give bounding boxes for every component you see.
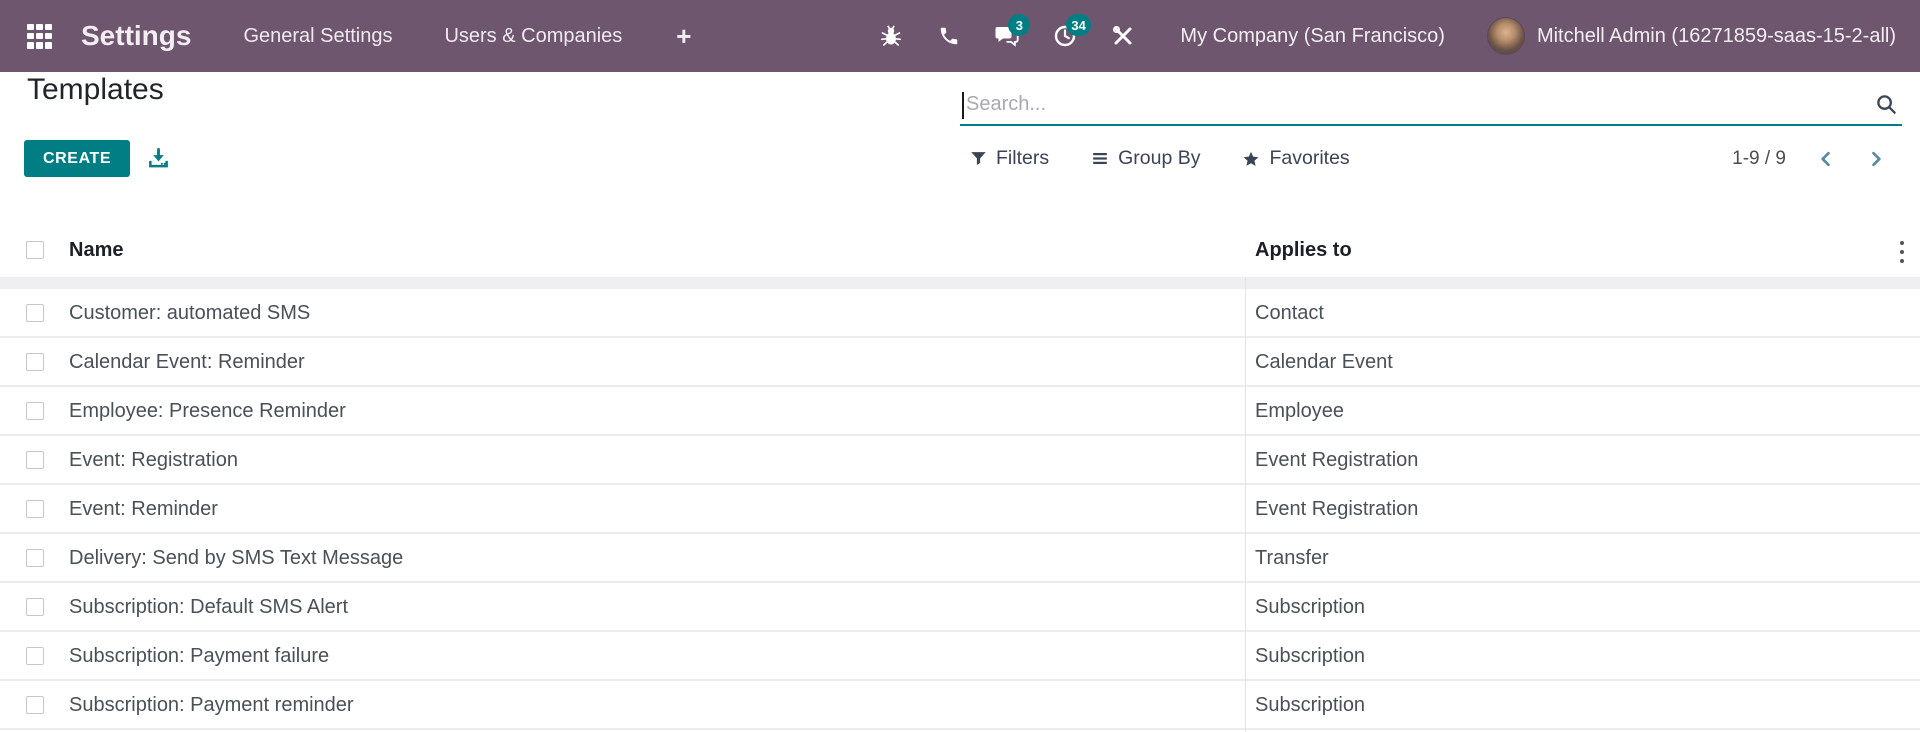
user-menu[interactable]: Mitchell Admin (16271859-saas-15-2-all) [1537, 25, 1896, 48]
cell-applies-to: Event Registration [1255, 436, 1418, 485]
download-icon[interactable] [147, 147, 170, 175]
table-row[interactable]: Event: Registration Event Registration [0, 436, 1920, 485]
cell-applies-to: Event Registration [1255, 485, 1418, 534]
cell-applies-to: Transfer [1255, 534, 1329, 583]
chevron-left-icon[interactable] [1816, 149, 1836, 169]
top-navbar: Settings General Settings Users & Compan… [0, 0, 1920, 72]
row-checkbox[interactable] [26, 402, 44, 420]
row-checkbox[interactable] [26, 647, 44, 665]
activity-clock-icon[interactable]: 34 [1052, 24, 1078, 48]
table-row[interactable]: Subscription: Default SMS Alert Subscrip… [0, 583, 1920, 632]
phone-icon[interactable] [936, 25, 962, 47]
cell-name: Event: Registration [69, 436, 238, 485]
star-icon [1242, 150, 1260, 168]
cell-applies-to: Contact [1255, 289, 1324, 338]
add-menu-button[interactable]: + [676, 21, 691, 52]
filters-button[interactable]: Filters [970, 147, 1049, 170]
row-checkbox[interactable] [26, 696, 44, 714]
search-icon[interactable] [1875, 93, 1898, 121]
table-header: Name Applies to [0, 224, 1920, 277]
cell-name: Employee: Presence Reminder [69, 387, 346, 436]
page-title: Templates [27, 73, 164, 107]
chat-icon[interactable]: 3 [994, 24, 1020, 48]
company-switcher[interactable]: My Company (San Francisco) [1180, 25, 1445, 48]
app-name-menu[interactable]: Settings [81, 20, 191, 52]
pager-range[interactable]: 1-9 / 9 [1732, 148, 1786, 170]
row-checkbox[interactable] [26, 598, 44, 616]
pager: 1-9 / 9 [1732, 140, 1886, 177]
apps-grid-icon[interactable] [27, 24, 52, 49]
chat-badge: 3 [1008, 14, 1030, 36]
cell-applies-to: Subscription [1255, 632, 1365, 681]
favorites-label: Favorites [1269, 147, 1349, 170]
menu-users-companies[interactable]: Users & Companies [444, 25, 622, 48]
row-checkbox[interactable] [26, 304, 44, 322]
table-row[interactable]: Subscription: Payment reminder Subscript… [0, 681, 1920, 730]
table-row[interactable]: Delivery: Send by SMS Text Message Trans… [0, 534, 1920, 583]
row-checkbox[interactable] [26, 451, 44, 469]
cell-applies-to: Subscription [1255, 583, 1365, 632]
navbar-systray: 3 34 My Company (San Francisco) Mitchell… [846, 17, 1920, 55]
table-row[interactable]: Employee: Presence Reminder Employee [0, 387, 1920, 436]
cell-name: Event: Reminder [69, 485, 218, 534]
column-divider [1245, 277, 1246, 732]
search-bar [960, 84, 1902, 126]
group-by-icon [1091, 150, 1109, 167]
create-button[interactable]: CREATE [24, 140, 130, 177]
table-row[interactable]: Subscription: Payment failure Subscripti… [0, 632, 1920, 681]
favorites-button[interactable]: Favorites [1242, 147, 1349, 170]
group-by-button[interactable]: Group By [1091, 147, 1200, 170]
search-input[interactable] [960, 84, 1902, 124]
cell-name: Customer: automated SMS [69, 289, 310, 338]
column-header-applies-to[interactable]: Applies to [1255, 224, 1352, 277]
header-separator-band [0, 277, 1920, 289]
menu-general-settings[interactable]: General Settings [243, 25, 392, 48]
template-list: Customer: automated SMS Contact Calendar… [0, 289, 1920, 732]
select-all-checkbox[interactable] [26, 241, 44, 259]
chevron-right-icon[interactable] [1866, 149, 1886, 169]
bug-icon[interactable] [878, 24, 904, 48]
navbar-left: Settings General Settings Users & Compan… [0, 20, 691, 52]
cell-name: Subscription: Payment reminder [69, 681, 354, 730]
filters-label: Filters [996, 147, 1049, 170]
odoo-settings-screen: Settings General Settings Users & Compan… [0, 0, 1920, 732]
row-checkbox[interactable] [26, 353, 44, 371]
user-avatar[interactable] [1487, 17, 1525, 55]
activity-badge: 34 [1066, 14, 1090, 36]
cell-applies-to: Calendar Event [1255, 338, 1393, 387]
cell-name: Subscription: Payment failure [69, 632, 329, 681]
table-row[interactable]: Calendar Event: Reminder Calendar Event [0, 338, 1920, 387]
tools-icon[interactable] [1110, 24, 1136, 48]
kebab-menu-icon[interactable] [1898, 239, 1906, 270]
filter-funnel-icon [970, 150, 987, 167]
row-checkbox[interactable] [26, 500, 44, 518]
row-checkbox[interactable] [26, 549, 44, 567]
group-by-label: Group By [1118, 147, 1200, 170]
search-options: Filters Group By Favorites [970, 140, 1350, 177]
cell-name: Subscription: Default SMS Alert [69, 583, 348, 632]
column-header-name[interactable]: Name [69, 224, 123, 277]
text-caret [962, 92, 964, 119]
cell-name: Delivery: Send by SMS Text Message [69, 534, 403, 583]
cell-applies-to: Employee [1255, 387, 1344, 436]
table-row[interactable]: Customer: automated SMS Contact [0, 289, 1920, 338]
table-row[interactable]: Event: Reminder Event Registration [0, 485, 1920, 534]
cell-applies-to: Subscription [1255, 681, 1365, 730]
cell-name: Calendar Event: Reminder [69, 338, 305, 387]
